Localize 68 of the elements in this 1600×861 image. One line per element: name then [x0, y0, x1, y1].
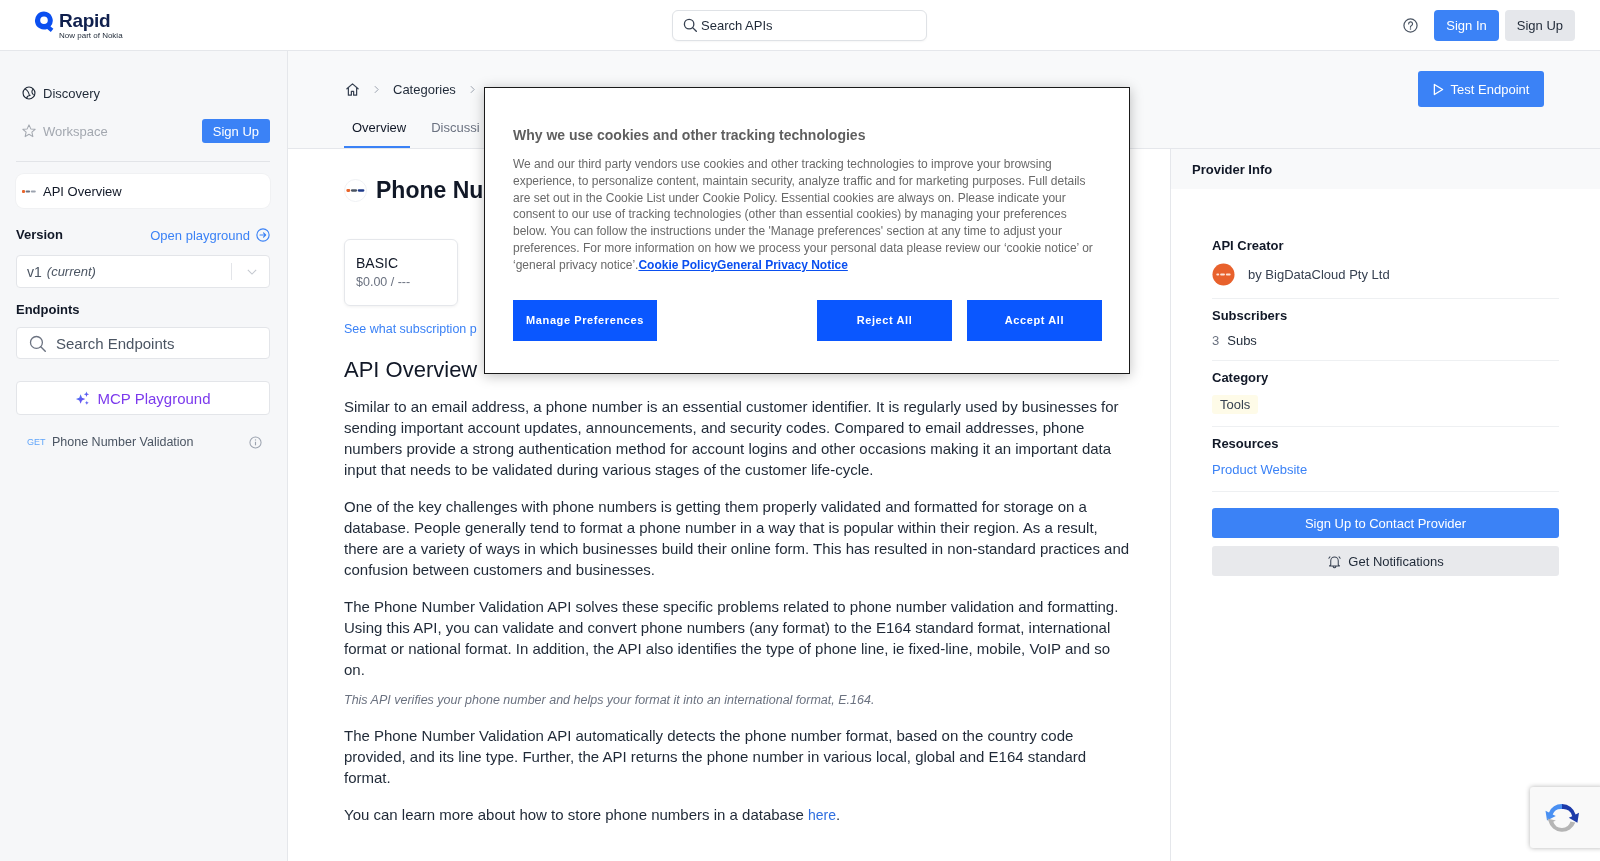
plan-price: $0.00 / ---: [356, 275, 412, 289]
cookie-policy-link[interactable]: Cookie Policy: [638, 257, 718, 272]
sign-up-button[interactable]: Sign Up: [1504, 9, 1575, 41]
endpoints-label: Endpoints: [16, 302, 81, 318]
paragraph: The Phone Number Validation API automatically detects the phone number format, based on the country code provided, and its line type. Further, the API returns the phone number in various local, global and E164 standard format.: [344, 726, 1088, 788]
search-icon: [683, 18, 697, 32]
sparkle-icon: [75, 390, 91, 406]
search-field[interactable]: Search Endpoints: [16, 327, 270, 359]
search-field[interactable]: Search APIs: [672, 9, 927, 41]
section-label: API Creator: [1212, 238, 1284, 254]
paragraph: You can learn more about how to store phone numbers in a database here.: [344, 805, 841, 825]
logo-badge-icon: [1212, 263, 1235, 286]
mcp-playground-button[interactable]: MCP Playground: [16, 381, 270, 415]
privacy-notice-link[interactable]: General Privacy Notice: [717, 257, 848, 272]
section-label: Subscribers: [1212, 308, 1288, 324]
tab[interactable]: Discussi: [423, 112, 484, 148]
reject-all-button[interactable]: Reject All: [817, 299, 952, 341]
bell-icon: [1327, 553, 1343, 569]
sign-in-button[interactable]: Sign In: [1434, 9, 1499, 41]
play-icon: [1432, 82, 1444, 96]
brand-tagline: Now part of Nokia: [59, 31, 123, 40]
section-label: Category: [1212, 370, 1269, 386]
subscriber-count: 3: [1212, 333, 1220, 348]
contact-button[interactable]: Sign Up to Contact Provider: [1212, 508, 1559, 538]
api-title: Phone Nu: [376, 176, 484, 204]
tab[interactable]: Overview: [344, 112, 411, 148]
logo-icon: [22, 188, 36, 194]
version-select[interactable]: v1 (current): [16, 255, 270, 288]
notifications-button[interactable]: Get Notifications: [1212, 546, 1559, 576]
chevron-right-icon: [374, 84, 379, 94]
chevron-right-icon: [469, 84, 475, 94]
paragraph: One of the key challenges with phone numbers is getting them properly validated and formatted for storage on a database. People generally tend to format a phone number in a way that is popular within their region. As a result, there are a variety of ways in which businesses build their online form. This has resulted in non-standard practices and confusion between customers and businesses.: [344, 497, 1130, 580]
api-overview-item[interactable]: API Overview: [16, 174, 270, 208]
plan-name: BASIC: [356, 255, 399, 271]
plan-card[interactable]: BASIC $0.00 / ---: [344, 239, 458, 306]
globe-icon: [22, 86, 36, 100]
logo-badge-icon: [344, 178, 367, 202]
logo-mark-icon: [34, 11, 54, 32]
http-method-label: GET: [27, 437, 47, 447]
home-icon[interactable]: [345, 81, 360, 97]
search-icon: [29, 334, 46, 352]
dialog-title: Why we use cookies and other tracking technologies: [513, 126, 867, 144]
breadcrumb-link[interactable]: Categories: [393, 81, 456, 97]
section-heading: API Overview: [344, 356, 478, 384]
panel-title: Provider Info: [1192, 161, 1273, 177]
product-website-link[interactable]: Product Website: [1212, 461, 1308, 479]
section-label: Resources: [1212, 436, 1279, 452]
note-text: This API verifies your phone number and helps your format it into an international format, E.164.: [344, 692, 875, 709]
endpoint-name: Phone Number Validation: [52, 435, 194, 449]
star-icon: [22, 124, 36, 138]
paragraph: Similar to an email address, a phone number is an essential customer identifier. It is regularly used by businesses for sending important account updates, announcements, and security codes. Compared to email addresses, phone numbers provide a strong authentication method for account logins and other occasions making it an important data input that needs to be validated during various stages of the customer life-cycle.: [344, 397, 1120, 480]
version-label: Version: [16, 227, 63, 243]
subscriber-unit: Subs: [1227, 333, 1257, 348]
brand-name: Rapid: [59, 10, 111, 31]
test-endpoint-button[interactable]: Test Endpoint: [1418, 71, 1544, 107]
cookie-text: We and our third party vendors use cookies and other tracking technologies to improve your browsing experience, to personalize content, maintain security, analyze traffic and for marketing purposes. Full details are set out in the Cookie List under Cookie Policy. Essential cookies are always on. Please indicate your consent to our use of tracking technologies (other than essential cookies) by managing your preferences below. You can follow the instructions under the 'Manage preferences' section at any time to adjust your preferences. For more information on how we process your personal data please review our ‘cookie notice’ or ‘general privacy notice’.Cookie PolicyGeneral Privacy Notice: [513, 156, 1094, 274]
open-playground-link[interactable]: Open playground: [150, 227, 270, 243]
nav-item[interactable]: Discovery: [16, 85, 101, 101]
accept-all-button[interactable]: Accept All: [967, 299, 1102, 341]
chevron-down-icon: [247, 268, 257, 275]
creator-name[interactable]: by BigDataCloud Pty Ltd: [1248, 267, 1390, 282]
subscription-link[interactable]: See what subscription p: [344, 322, 477, 336]
here-link[interactable]: here: [807, 807, 836, 823]
manage-preferences-button[interactable]: Manage Preferences: [513, 299, 657, 341]
category-tag[interactable]: Tools: [1212, 395, 1259, 414]
paragraph: The Phone Number Validation API solves these specific problems related to phone number validation and formatting. Using this API, you can validate and convert phone numbers (any format) to the E164 standard format, international format or national format. In addition, the API also identifies the type of phone line, ie fixed-line, mobile, VoIP and so on.: [344, 597, 1120, 680]
endpoint-item[interactable]: GET Phone Number Validation: [16, 435, 270, 449]
help-icon[interactable]: [1403, 17, 1419, 33]
